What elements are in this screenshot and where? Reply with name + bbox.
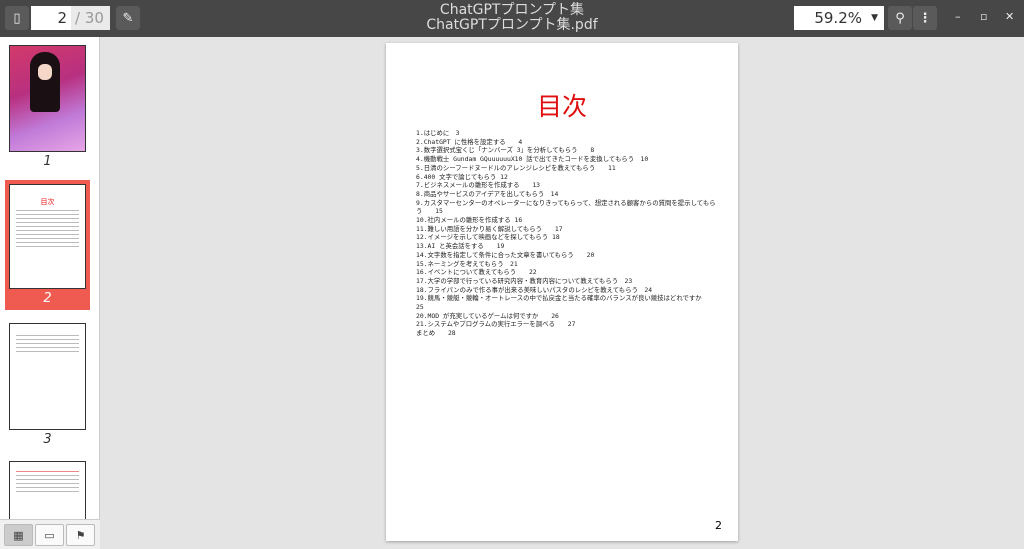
thumbnail-page-3[interactable]: 3 (5, 323, 90, 447)
bookmarks-tab-icon[interactable]: ⚑ (66, 524, 95, 546)
more-menu-icon[interactable]: ⋮ (913, 6, 937, 30)
toc-entry[interactable]: 5.日清のシーフードヌードルのアレンジレシピを教えてもらう 11 (416, 164, 716, 173)
zoom-select[interactable]: 59.2% ▼ (794, 6, 884, 30)
maximize-icon[interactable]: ▫ (980, 10, 987, 23)
toc-entry[interactable]: 1.はじめに 3 (416, 129, 716, 138)
thumbnail-preview (9, 323, 86, 430)
toc-entry[interactable]: 6.400 文字で論じてもらう 12 (416, 173, 716, 182)
thumbnail-sidebar: 1 目次 2 3 (0, 37, 100, 549)
toc-entry[interactable]: 13.AI と英会話をする 19 (416, 242, 716, 251)
thumbnail-label: 1 (43, 154, 52, 169)
thumbnail-page-1[interactable]: 1 (5, 45, 90, 169)
toc-entry[interactable]: 14.文字数を指定して条件に合った文章を書いてもらう 20 (416, 251, 716, 260)
zoom-value: 59.2% (814, 9, 862, 27)
thumbnails-tab-icon[interactable]: ▦ (4, 524, 33, 546)
toc-entry[interactable]: まとめ 28 (416, 329, 716, 338)
page-number: 2 (715, 519, 722, 532)
thumbnail-label: 3 (43, 432, 52, 447)
page-heading: 目次 (536, 92, 587, 121)
close-icon[interactable]: ✕ (1005, 10, 1014, 23)
thumbnail-label: 2 (43, 291, 52, 306)
toc-entry[interactable]: 3.数字選択式宝くじ「ナンバーズ 3」を分析してもらう 8 (416, 146, 716, 155)
toc-entry[interactable]: 21.システムやプログラムの実行エラーを調べる 27 (416, 320, 716, 329)
toc-entry[interactable]: 9.カスタマーセンターのオペレーターになりきってもらって、想定される顧客からの質… (416, 199, 716, 216)
toc-entry[interactable]: 7.ビジネスメールの雛形を作成する 13 (416, 181, 716, 190)
toc-entry[interactable]: 16.イベントについて教えてもらう 22 (416, 268, 716, 277)
toc-entry[interactable]: 12.イメージを示して映画などを探してもらう 18 (416, 233, 716, 242)
toc-entry[interactable]: 15.ネーミングを考えてもらう 21 (416, 260, 716, 269)
minimize-icon[interactable]: – (955, 10, 961, 23)
toc-entry[interactable]: 4.機動戦士 Gundam GQuuuuuuX10 話で出てきたコードを変換して… (416, 155, 716, 164)
sidebar-tabs: ▦ ▭ ⚑ (0, 519, 100, 549)
toc-entry[interactable]: 8.商品やサービスのアイデアを出してもらう 14 (416, 190, 716, 199)
thumbnail-page-2[interactable]: 目次 2 (5, 180, 90, 310)
annotations-tab-icon[interactable]: ▭ (35, 524, 64, 546)
chevron-down-icon: ▼ (871, 13, 878, 23)
cover-image (9, 45, 86, 152)
pdf-page: 目次 1.はじめに 3 2.ChatGPT に性格を設定する 4 3.数字選択式宝く… (386, 43, 738, 541)
search-icon[interactable]: ⚲ (888, 6, 912, 30)
toc-entry[interactable]: 17.大学の学部で行っている研究内容・教育内容について教えてもらう 23 (416, 277, 716, 286)
table-of-contents: 1.はじめに 3 2.ChatGPT に性格を設定する 4 3.数字選択式宝くじ「ナ… (416, 129, 716, 338)
toc-entry[interactable]: 19.競馬・競艇・競輪・オートレースの中で払戻金と当たる確率のバランスが良い競技… (416, 294, 716, 311)
thumbnail-preview: 目次 (9, 184, 86, 289)
toc-entry[interactable]: 10.社内メールの雛形を作成する 16 (416, 216, 716, 225)
toolbar: ▯ 2 / 30 ✎ ChatGPTプロンプト集 ChatGPTプロンプト集.p… (0, 0, 1024, 37)
